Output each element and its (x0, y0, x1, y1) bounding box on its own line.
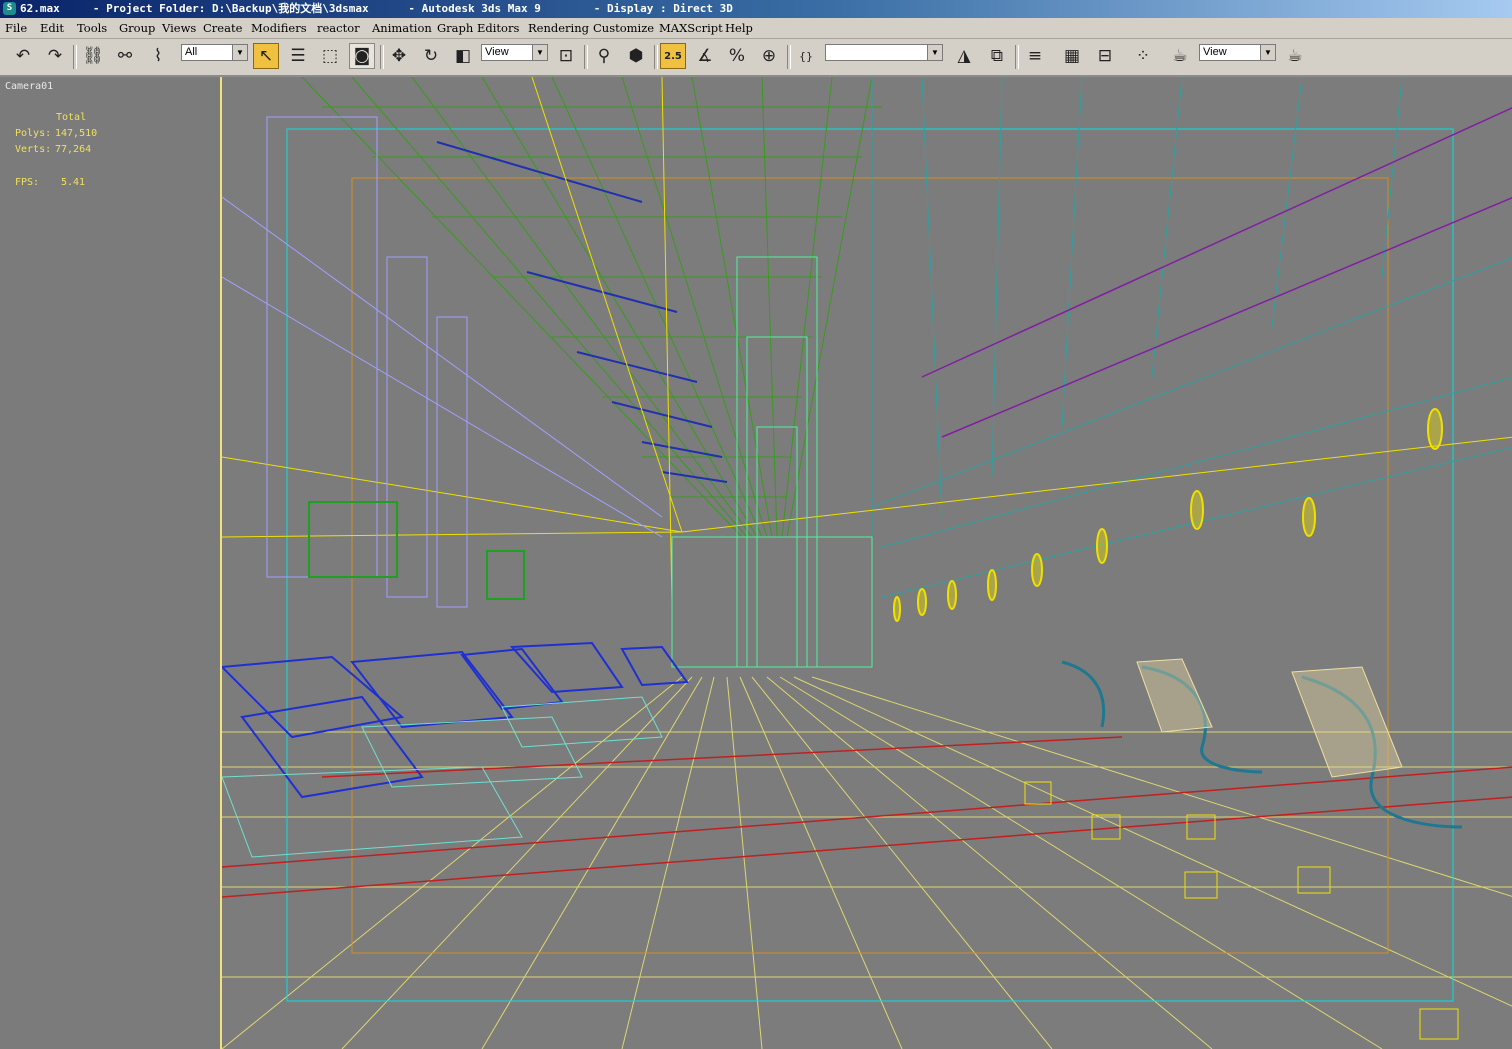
select-and-rotate-icon[interactable]: ↻ (418, 43, 444, 69)
wireframe-scene (222, 77, 1512, 1049)
rectangular-selection-region-icon[interactable]: ⬚ (317, 43, 343, 69)
keyboard-shortcut-override-icon[interactable]: ⬢ (623, 43, 649, 69)
wall-paintings (308, 501, 525, 600)
undo-icon[interactable]: ↶ (10, 43, 36, 69)
selection-filter-dropdown[interactable]: All ▼ (181, 44, 248, 61)
menu-views[interactable]: Views (162, 21, 196, 35)
menu-graph-editors[interactable]: Graph Editors (437, 21, 519, 35)
snaps-toggle-label: 2.5 (664, 50, 682, 62)
polys-label: Polys: (15, 128, 52, 139)
schematic-view-icon[interactable]: ⊟ (1092, 43, 1118, 69)
select-and-manipulate-icon[interactable]: ⚲ (591, 43, 617, 69)
snaps-toggle-icon[interactable]: 2.5 (660, 43, 686, 69)
menu-bar: File Edit Tools Group Views Create Modif… (0, 18, 1512, 39)
layer-manager-icon[interactable]: ≡ (1022, 43, 1048, 69)
align-icon[interactable]: ⧉ (984, 43, 1010, 69)
menu-group[interactable]: Group (119, 21, 155, 35)
reference-coordinate-system-dropdown[interactable]: View ▼ (481, 44, 548, 61)
angle-snap-toggle-icon[interactable]: ∡ (692, 43, 718, 69)
safe-frame-inner (351, 177, 1389, 954)
floor-markers (1024, 781, 1459, 1040)
right-wall-frames (921, 107, 1512, 438)
viewport-label[interactable]: Camera01 (5, 81, 53, 92)
menu-reactor[interactable]: reactor (317, 21, 360, 35)
selection-filter-value: All (185, 46, 198, 58)
chevron-down-icon: ▼ (232, 45, 247, 60)
menu-file[interactable]: File (5, 21, 27, 35)
verts-value: 77,264 (55, 144, 92, 155)
chevron-down-icon: ▼ (927, 45, 942, 60)
percent-snap-label: % (728, 46, 746, 66)
curve-editor-icon[interactable]: ▦ (1059, 43, 1085, 69)
render-type-dropdown[interactable]: View ▼ (1199, 44, 1276, 61)
ceiling-wireframe (301, 77, 882, 538)
toolbar-separator (787, 45, 791, 69)
select-object-icon[interactable]: ↖ (253, 43, 279, 69)
ref-coord-value: View (485, 46, 509, 58)
edit-named-selection-sets-icon[interactable]: {} (793, 43, 819, 69)
safe-frame-outer (286, 128, 1454, 1002)
menu-modifiers[interactable]: Modifiers (251, 21, 307, 35)
spinner-snap-toggle-icon[interactable]: ⊕ (756, 43, 782, 69)
menu-tools[interactable]: Tools (77, 21, 107, 35)
ceiling-light-fixtures (436, 141, 728, 483)
verts-label: Verts: (15, 144, 52, 155)
menu-customize[interactable]: Customize (593, 21, 654, 35)
select-and-link-icon[interactable]: ⛓ (80, 43, 106, 69)
window-crossing-icon[interactable]: ◙ (349, 43, 375, 69)
fps-label: FPS: (15, 177, 40, 188)
menu-edit[interactable]: Edit (40, 21, 64, 35)
unlink-selection-icon[interactable]: ⚯ (112, 43, 138, 69)
left-wall-wireframe (222, 116, 663, 608)
toolbar-separator (654, 45, 658, 69)
main-toolbar: ↶ ↷ ⛓ ⚯ ⌇ All ▼ ↖ ☰ ⬚ ◙ ✥ ↻ ◧ View ▼ ⊡ ⚲ ⬢… (0, 39, 1512, 77)
right-lounge-chairs (1061, 660, 1463, 829)
select-by-name-icon[interactable]: ☰ (285, 43, 311, 69)
percent-snap-toggle-icon[interactable]: % (724, 43, 750, 69)
3ds-max-app-icon[interactable]: S (3, 2, 16, 15)
redo-icon[interactable]: ↷ (42, 43, 68, 69)
toolbar-separator (584, 45, 588, 69)
stats-header: Total (56, 112, 87, 123)
quick-render-teapot-icon[interactable]: ☕ (1282, 43, 1308, 69)
chevron-down-icon: ▼ (532, 45, 547, 60)
select-and-move-icon[interactable]: ✥ (386, 43, 412, 69)
menu-maxscript[interactable]: MAXScript (659, 21, 723, 35)
render-type-value: View (1203, 46, 1227, 58)
fps-value: 5.41 (61, 177, 86, 188)
menu-animation[interactable]: Animation (372, 21, 432, 35)
bind-to-space-warp-icon[interactable]: ⌇ (145, 43, 171, 69)
camera-viewport[interactable] (220, 77, 1512, 1049)
camera-target-lines (222, 77, 1512, 603)
right-chair-seats (1136, 658, 1403, 778)
mirror-icon[interactable]: ◮ (951, 43, 977, 69)
menu-help[interactable]: Help (725, 21, 753, 35)
toolbar-separator (73, 45, 77, 69)
menu-rendering[interactable]: Rendering (528, 21, 589, 35)
polys-value: 147,510 (55, 128, 98, 139)
select-and-scale-icon[interactable]: ◧ (450, 43, 476, 69)
wall-lamps (893, 408, 1443, 622)
chevron-down-icon: ▼ (1260, 45, 1275, 60)
render-scene-dialog-icon[interactable]: ☕ (1167, 43, 1193, 69)
named-selection-sets-dropdown[interactable]: ▼ (825, 44, 943, 61)
toolbar-separator (1015, 45, 1019, 69)
viewport-stats-panel: Camera01 Total Polys: 147,510 Verts: 77,… (0, 77, 220, 1049)
window-title: 62.max - Project Folder: D:\Backup\我的文档\… (20, 2, 733, 15)
use-pivot-point-center-icon[interactable]: ⊡ (553, 43, 579, 69)
menu-create[interactable]: Create (203, 21, 242, 35)
toolbar-separator (380, 45, 384, 69)
material-editor-icon[interactable]: ⁘ (1130, 43, 1156, 69)
center-structure (671, 256, 873, 668)
title-bar: S 62.max - Project Folder: D:\Backup\我的文… (0, 0, 1512, 18)
